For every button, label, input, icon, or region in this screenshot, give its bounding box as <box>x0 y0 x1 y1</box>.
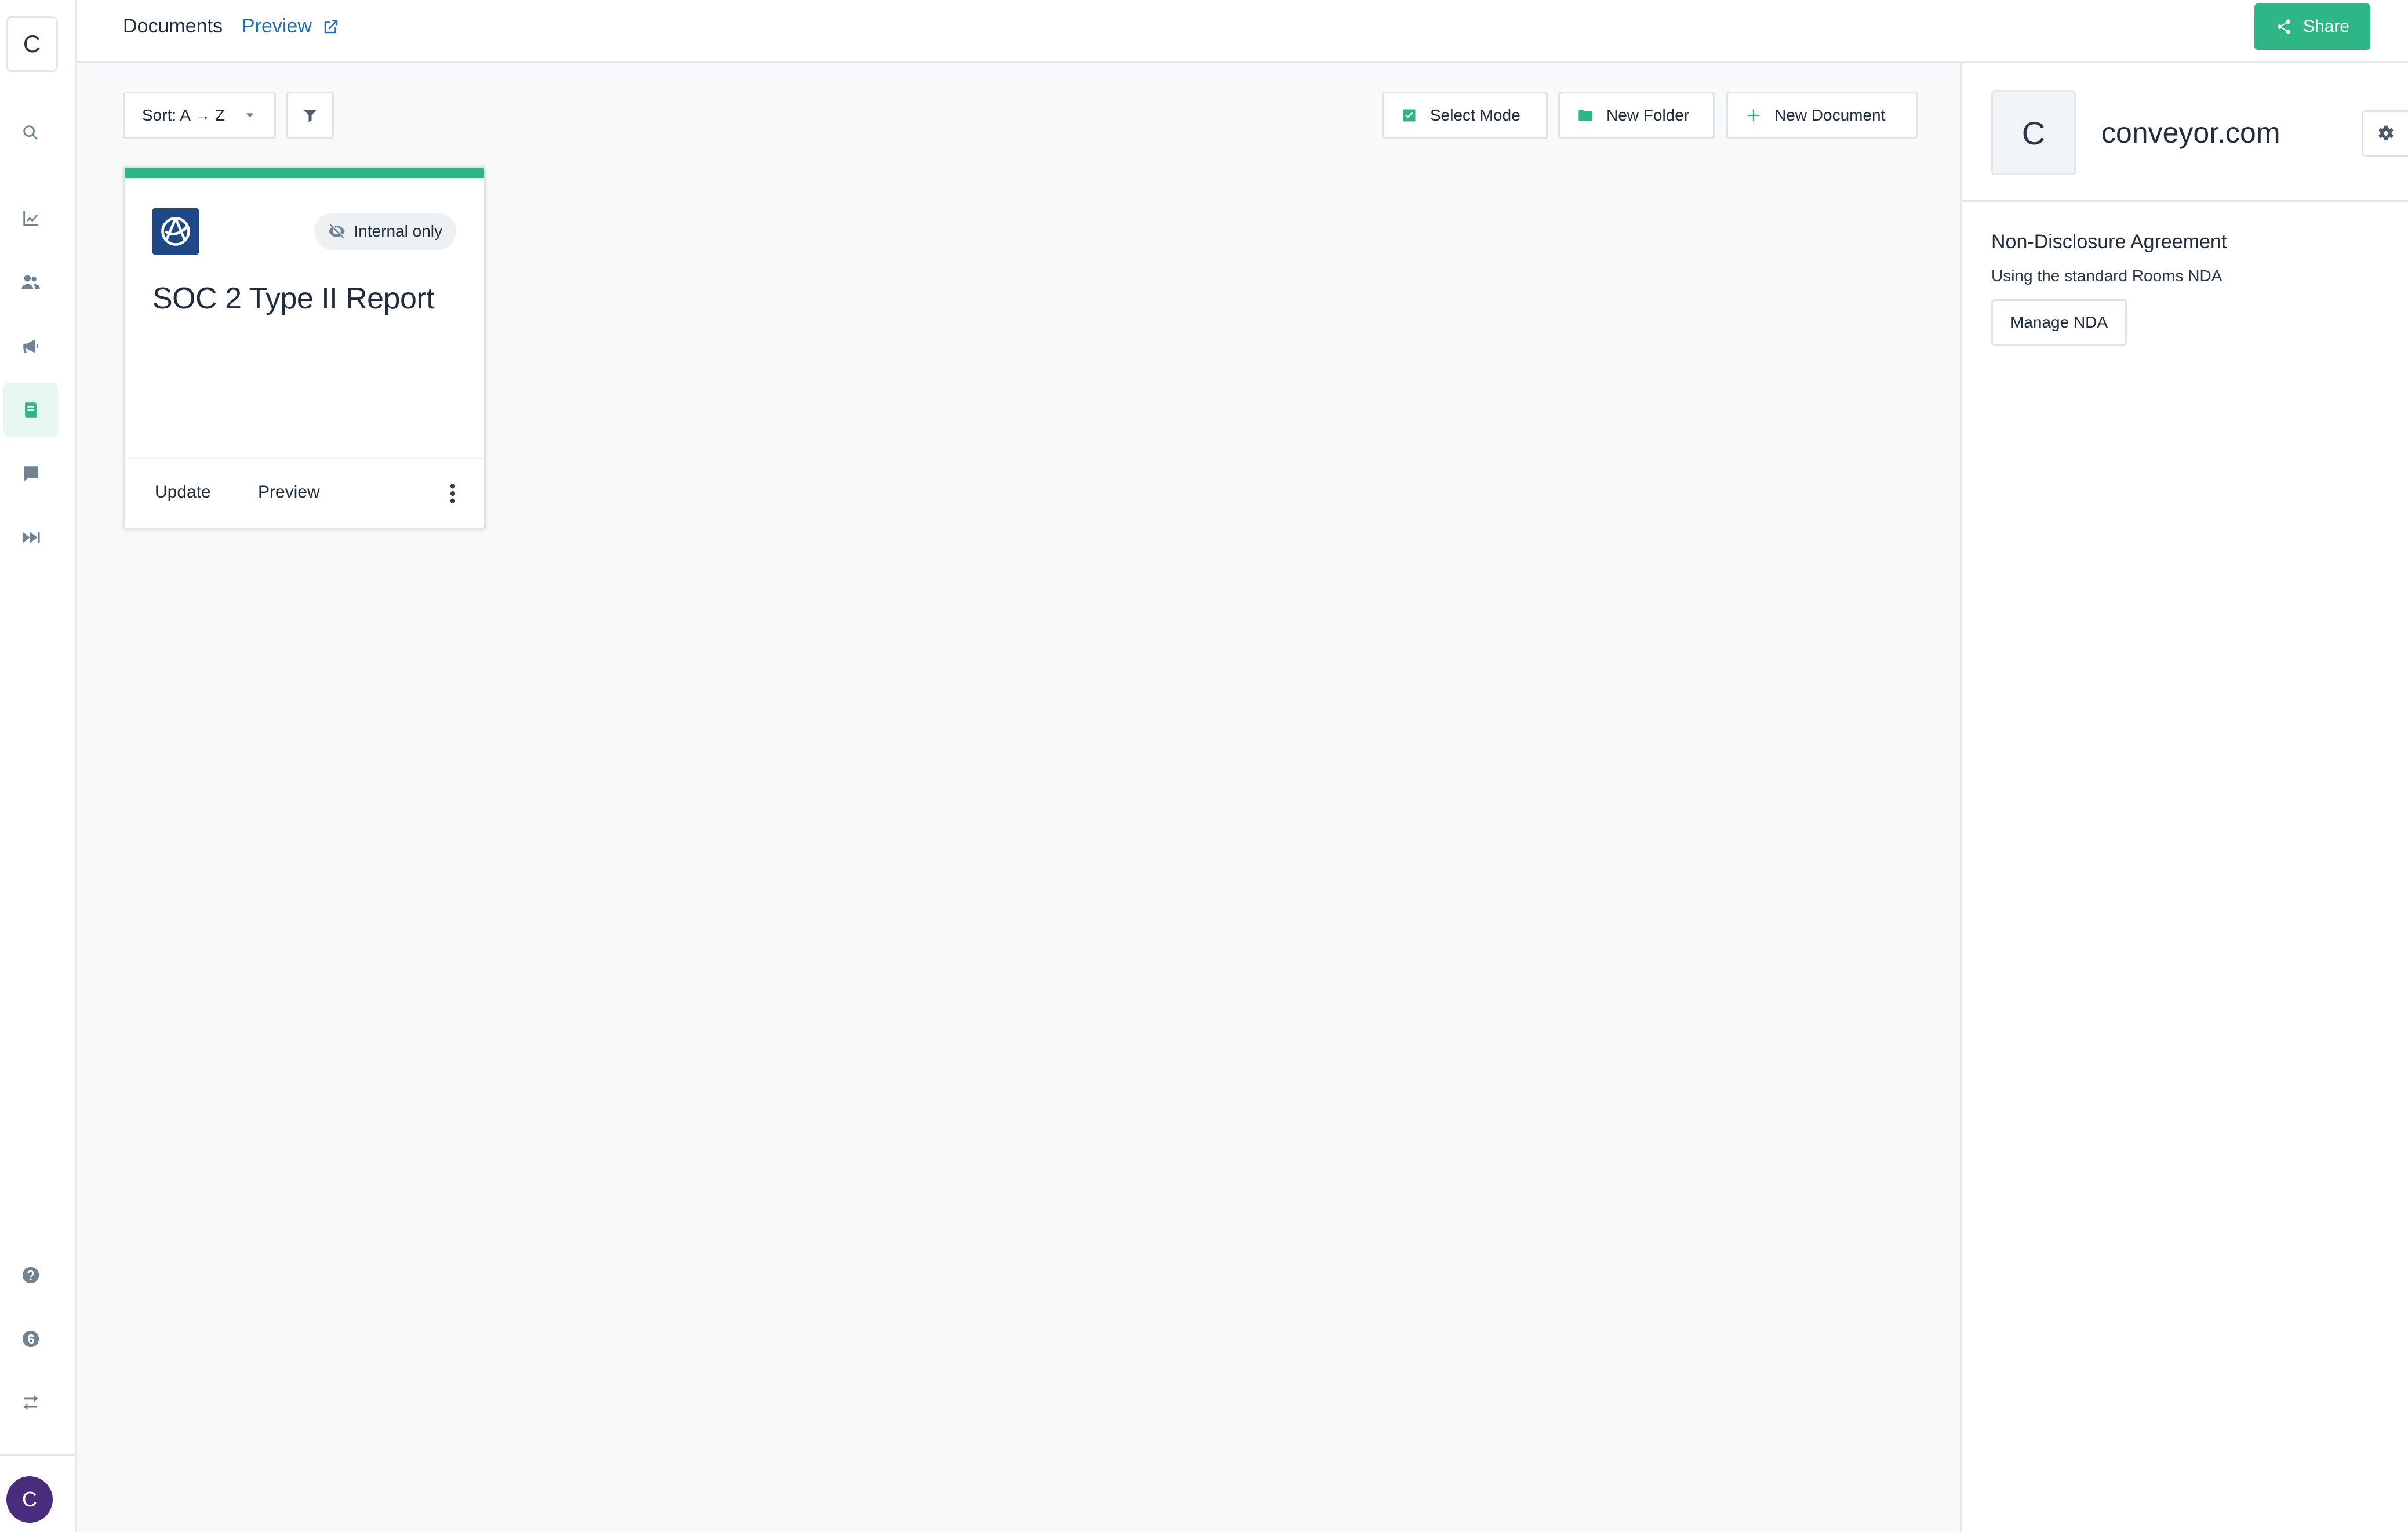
new-document-button[interactable]: New Document <box>1726 92 1918 139</box>
sort-dropdown[interactable]: Sort: A → Z <box>123 92 276 139</box>
document-icon <box>25 402 37 418</box>
page-title: Documents <box>123 15 223 37</box>
new-document-label: New Document <box>1774 106 1886 124</box>
more-options-button[interactable] <box>441 479 464 508</box>
card-accent-bar <box>125 168 484 178</box>
main-content: Sort: A → Z Select Mode New Folder New D… <box>77 63 1960 1532</box>
preview-link-label: Preview <box>242 15 312 37</box>
nav-switch[interactable] <box>3 1375 58 1430</box>
new-folder-label: New Folder <box>1606 106 1690 124</box>
workspace-logo[interactable]: C <box>6 16 58 72</box>
nav-help[interactable] <box>3 1248 58 1302</box>
document-card[interactable]: Internal only SOC 2 Type II Report Updat… <box>123 166 486 529</box>
document-title: SOC 2 Type II Report <box>152 282 435 315</box>
update-button[interactable]: Update <box>155 482 211 502</box>
swap-icon <box>23 1395 38 1410</box>
chart-icon <box>23 211 38 226</box>
select-mode-button[interactable]: Select Mode <box>1382 92 1548 139</box>
org-name: conveyor.com <box>2101 117 2280 149</box>
plus-icon <box>1747 109 1760 122</box>
share-button[interactable]: Share <box>2254 3 2370 50</box>
caret-down-icon <box>246 113 254 118</box>
filter-button[interactable] <box>286 92 334 139</box>
nav-users[interactable] <box>3 255 58 310</box>
nav-notifications[interactable] <box>3 1312 58 1366</box>
share-icon <box>2277 19 2291 34</box>
nav-messages[interactable] <box>3 446 58 501</box>
user-avatar[interactable]: C <box>6 1476 53 1523</box>
card-footer: Update Preview <box>125 458 484 528</box>
chat-icon <box>24 466 38 481</box>
help-icon <box>22 1266 39 1284</box>
visibility-badge-label: Internal only <box>354 222 442 240</box>
search-icon <box>23 125 38 140</box>
new-folder-button[interactable]: New Folder <box>1558 92 1715 139</box>
settings-button[interactable] <box>2362 110 2408 157</box>
nav-search[interactable] <box>3 106 58 160</box>
card-preview-button[interactable]: Preview <box>258 482 320 502</box>
users-icon <box>21 275 40 289</box>
left-nav: C C <box>0 0 77 1532</box>
nda-title: Non-Disclosure Agreement <box>1991 231 2227 253</box>
right-panel: C conveyor.com Non-Disclosure Agreement … <box>1960 63 2408 1532</box>
fast-forward-icon <box>22 532 40 543</box>
share-button-label: Share <box>2302 17 2350 36</box>
nav-documents[interactable] <box>3 383 58 437</box>
external-link-icon <box>324 20 338 33</box>
panel-header: C conveyor.com <box>1962 63 2408 202</box>
nav-skip[interactable] <box>3 510 58 565</box>
app-root: C C Documents Preview Share Sort: A → Z … <box>0 0 2408 1532</box>
filter-icon <box>303 110 317 122</box>
number-badge-icon <box>22 1330 39 1348</box>
eye-slash-icon <box>329 224 345 239</box>
nav-campaigns[interactable] <box>3 319 58 373</box>
select-mode-label: Select Mode <box>1430 106 1521 124</box>
nav-analytics[interactable] <box>3 191 58 246</box>
checkbox-icon <box>1403 109 1416 122</box>
aicpa-logo-icon <box>161 217 190 246</box>
nda-subtitle: Using the standard Rooms NDA <box>1991 267 2223 285</box>
org-avatar: C <box>1991 90 2076 175</box>
nav-divider <box>0 1454 75 1456</box>
gear-icon <box>2378 125 2394 141</box>
kebab-menu-icon <box>450 484 456 503</box>
top-header: Documents Preview Share <box>77 0 2408 63</box>
folder-icon <box>1578 110 1592 121</box>
manage-nda-button[interactable]: Manage NDA <box>1991 299 2127 346</box>
document-logo <box>152 208 199 255</box>
preview-link[interactable]: Preview <box>242 15 340 38</box>
visibility-badge: Internal only <box>314 213 456 250</box>
megaphone-icon <box>23 339 38 353</box>
sort-label: Sort: A → Z <box>142 106 225 124</box>
